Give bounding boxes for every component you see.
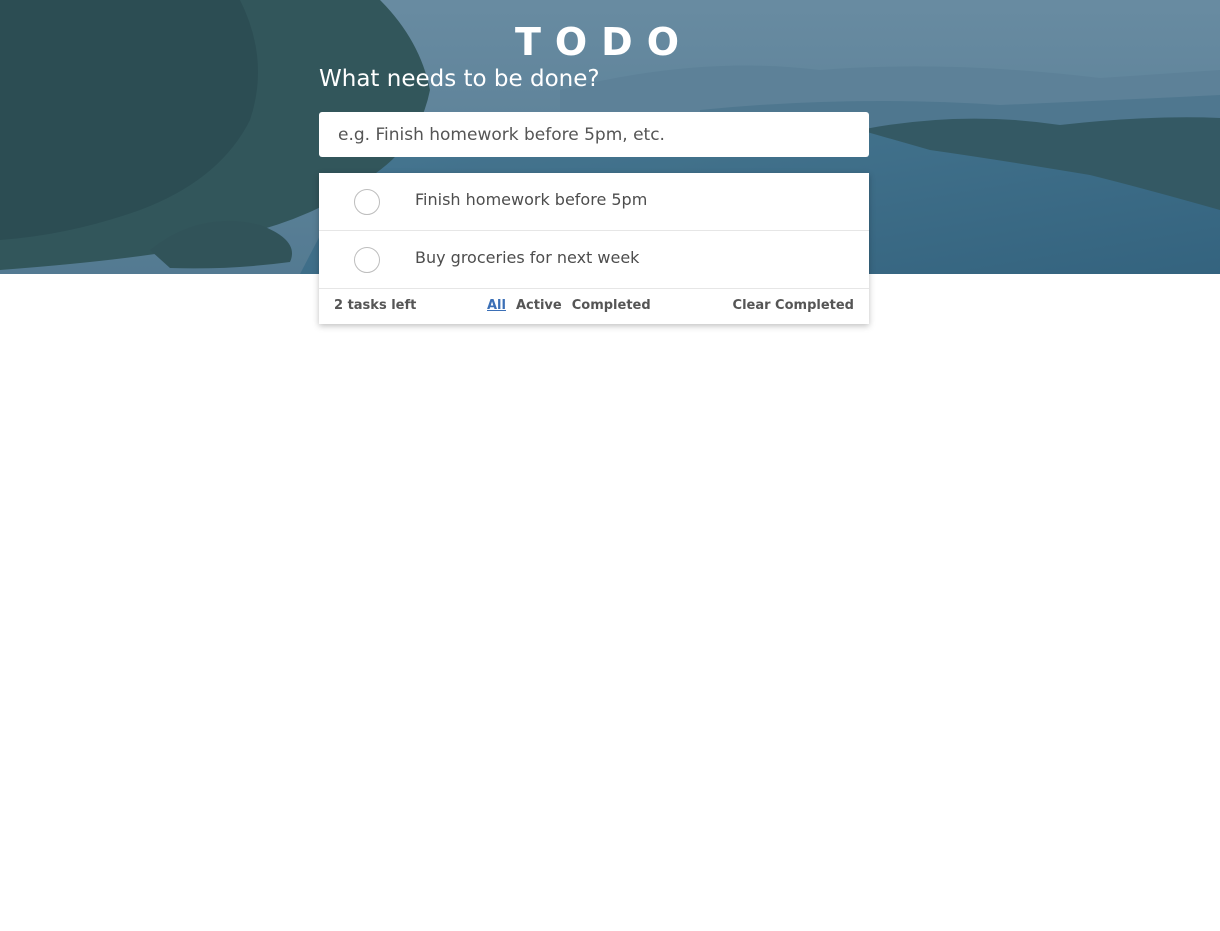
- todo-item: Finish homework before 5pm: [319, 173, 869, 231]
- filter-group: All Active Completed: [487, 298, 651, 313]
- todo-footer: 2 tasks left All Active Completed Clear …: [319, 289, 869, 324]
- clear-completed-button[interactable]: Clear Completed: [733, 298, 854, 313]
- complete-checkbox[interactable]: [354, 247, 380, 273]
- todo-list: Finish homework before 5pm Buy groceries…: [319, 173, 869, 324]
- todo-label[interactable]: Buy groceries for next week: [415, 248, 639, 267]
- app-title: TODO: [514, 20, 694, 64]
- tasks-left-count: 2 tasks left: [334, 298, 417, 313]
- filter-active[interactable]: Active: [516, 298, 562, 313]
- filter-all[interactable]: All: [487, 298, 506, 313]
- complete-checkbox[interactable]: [354, 189, 380, 215]
- prompt-heading: What needs to be done?: [319, 66, 600, 92]
- new-todo-input[interactable]: [319, 112, 869, 157]
- todo-item: Buy groceries for next week: [319, 231, 869, 289]
- todo-label[interactable]: Finish homework before 5pm: [415, 190, 647, 209]
- filter-completed[interactable]: Completed: [572, 298, 651, 313]
